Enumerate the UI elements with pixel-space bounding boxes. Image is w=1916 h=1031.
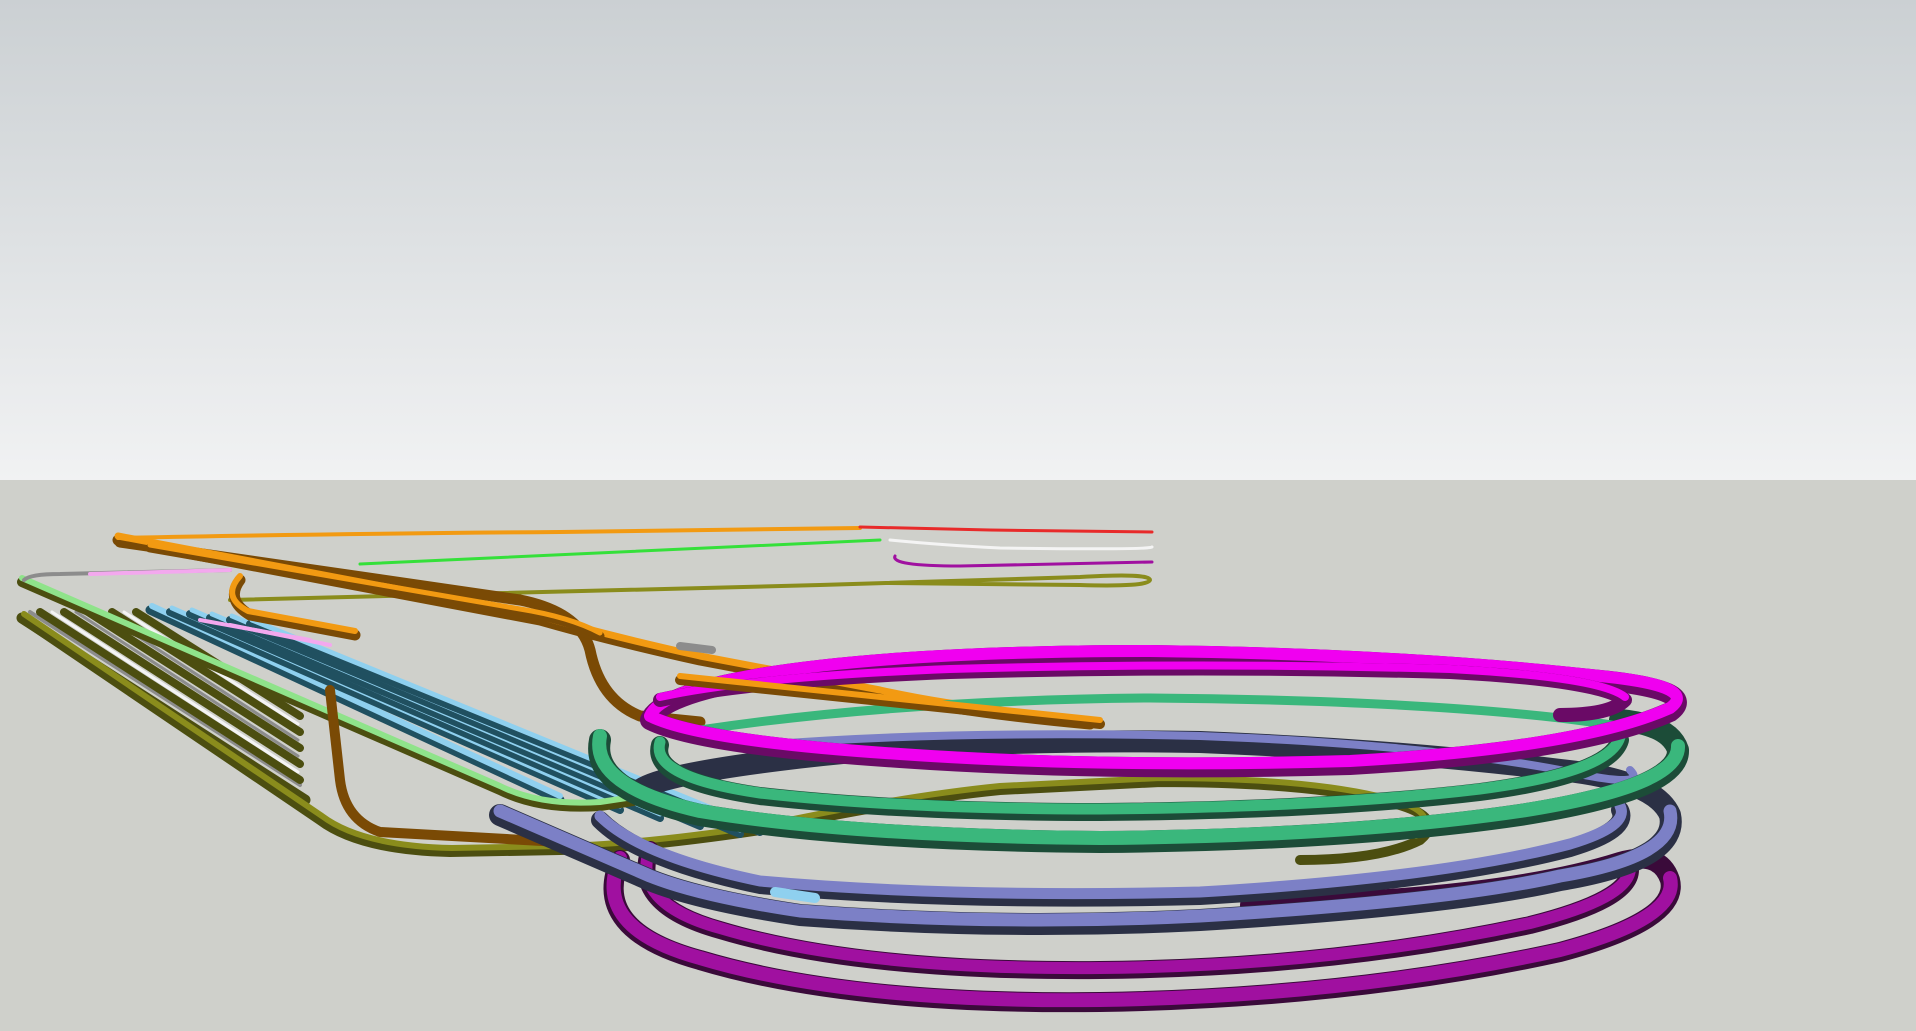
track-model-scene[interactable] <box>0 0 1916 1031</box>
track-segment-66 <box>676 642 716 654</box>
track-segment-54 <box>770 887 820 903</box>
3d-viewport[interactable] <box>0 0 1916 1031</box>
sky-background <box>0 0 1916 480</box>
